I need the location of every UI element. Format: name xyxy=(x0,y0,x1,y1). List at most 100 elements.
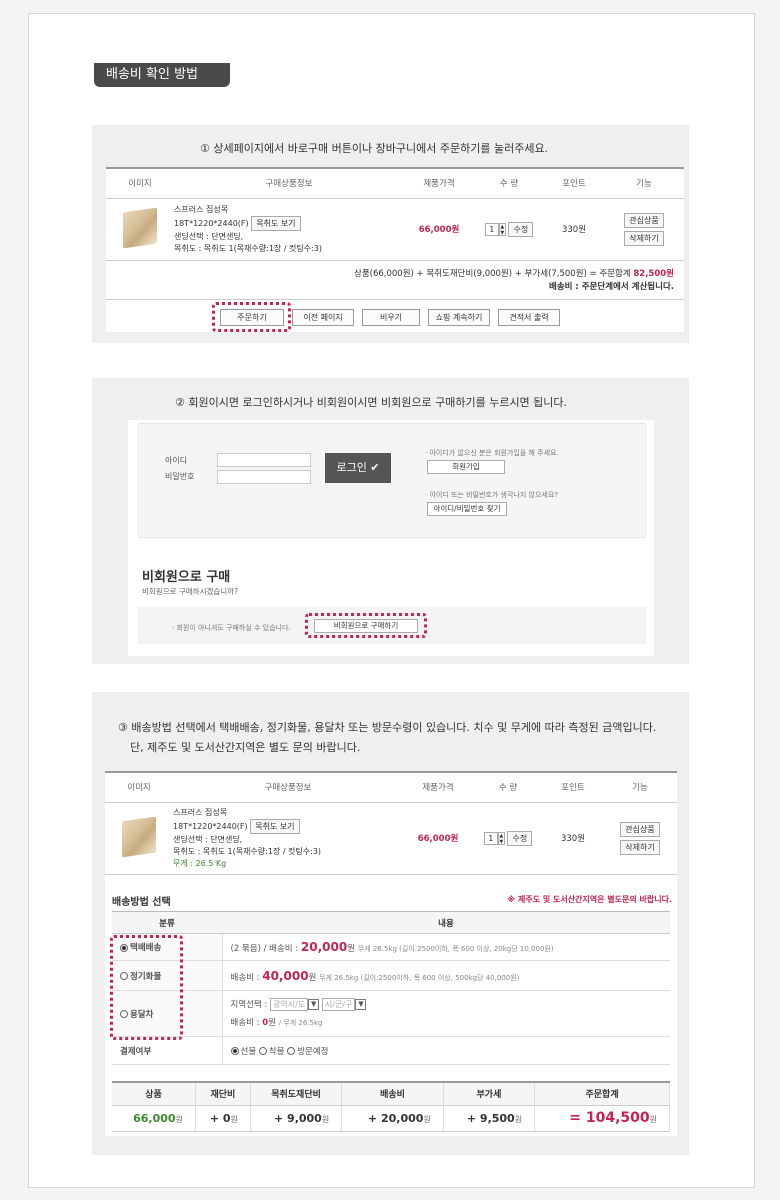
product-sanding-2: 샌딩선택 : 단면샌딩, xyxy=(173,834,243,844)
shipping-options-table: 분류 내용 택배배송 (2 묶음) / 배송비 : 20,000원 무게 26.… xyxy=(112,911,670,1065)
step3-text-line2: 단, 제주도 및 도서산간지역은 별도 문의 바랍니다. xyxy=(130,741,361,754)
total-col-vat: 부가세 xyxy=(443,1081,536,1106)
col-content: 내용 xyxy=(222,911,670,934)
total-col-grand: 주문합계 xyxy=(534,1081,670,1106)
step1-text: ① 상세페이지에서 바로구매 버튼이나 장바구니에서 주문하기를 눌러주세요. xyxy=(200,142,549,155)
mokchwido-view-button-2[interactable]: 목취도 보기 xyxy=(250,818,300,834)
col-image: 이미지 xyxy=(106,167,174,199)
id-label: 아이디 xyxy=(165,456,188,465)
total-col-mokchwido: 목취도재단비 xyxy=(250,1081,343,1106)
payment-options: 선불 착불 방문예정 xyxy=(222,1036,670,1065)
radio-cod[interactable] xyxy=(258,1047,267,1055)
nonmember-title: 비회원으로 구매 xyxy=(142,570,231,585)
product-point-2: 330원 xyxy=(543,802,603,875)
highlight-order-button xyxy=(212,302,291,332)
chevron-down-icon[interactable]: ▼ xyxy=(308,998,320,1010)
summary-breakdown: 상품(66,000원) + 목취도재단비(9,000원) + 부가세(7,500… xyxy=(354,269,631,279)
highlight-shipping-options xyxy=(110,935,183,1040)
shipping-method-title: 배송방법 선택 xyxy=(112,897,171,908)
total-grand: = 104,500원 xyxy=(534,1105,670,1132)
product-size: 18T*1220*2440(F) xyxy=(174,218,249,228)
product-mokchwido-2: 목취도 : 목취도 1(목재수량:1장 / 컷팅수:3) xyxy=(173,846,322,856)
city-select[interactable]: 시/군/구 xyxy=(321,997,356,1011)
radio-visit[interactable] xyxy=(287,1047,296,1055)
wishlist-button[interactable]: 관심상품 xyxy=(624,212,664,228)
col-image-2: 이미지 xyxy=(105,771,173,803)
col-point: 포인트 xyxy=(544,167,604,199)
cart-table-2: 이미지 구매상품정보 제품가격 수 량 포인트 기능 스프러스 집성목 18T*… xyxy=(105,771,677,875)
delete-button-2[interactable]: 삭제하기 xyxy=(620,839,660,855)
password-input[interactable] xyxy=(217,470,311,484)
chevron-down-icon[interactable]: ▼ xyxy=(355,998,367,1010)
join-note: · 아이디가 없으신 분은 회원가입을 해 주세요. xyxy=(425,449,559,457)
cart-box: 이미지 구매상품정보 제품가격 수 량 포인트 기능 스프러스 집성목 18T*… xyxy=(106,167,684,332)
payment-label: 결제여부 xyxy=(112,1036,223,1065)
shipping-note: ※ 제주도 및 도서산간지역은 별도문의 바랍니다. xyxy=(507,895,672,904)
product-point: 330원 xyxy=(544,198,604,261)
quantity-update-button-2[interactable]: 수정 xyxy=(507,830,533,846)
total-col-cutting: 재단비 xyxy=(195,1081,251,1106)
cart-table: 이미지 구매상품정보 제품가격 수 량 포인트 기능 스프러스 집성목 18T*… xyxy=(106,167,684,261)
col-info-2: 구매상품정보 xyxy=(173,771,403,803)
page-title: 배송비 확인 방법 xyxy=(94,63,230,87)
highlight-nonmember-button xyxy=(305,613,427,638)
find-account-button[interactable]: 아이디/비밀번호 찾기 xyxy=(427,502,507,516)
delete-button[interactable]: 삭제하기 xyxy=(624,230,664,246)
find-note: · 아이디 또는 비밀번호가 생각나지 않으세요? xyxy=(425,491,558,499)
total-shipping: + 20,000원 xyxy=(341,1105,444,1132)
radio-prepaid[interactable] xyxy=(230,1047,239,1055)
product-name-2[interactable]: 스프러스 집성목 xyxy=(173,807,403,819)
id-input[interactable] xyxy=(217,453,311,467)
col-actions: 기능 xyxy=(604,167,684,199)
join-button[interactable]: 회원가입 xyxy=(427,460,505,474)
region-select[interactable]: 광역시/도 xyxy=(270,997,309,1011)
col-price: 제품가격 xyxy=(404,167,474,199)
col-info: 구매상품정보 xyxy=(174,167,404,199)
product-price: 66,000원 xyxy=(404,198,474,261)
product-mokchwido: 목취도 : 목취도 1(목재수량:1장 / 컷팅수:3) xyxy=(174,243,323,253)
order-summary: 상품(66,000원) + 목취도재단비(9,000원) + 부가세(7,500… xyxy=(354,268,674,294)
login-form: 아이디 비밀번호 로그인 ✔ · 아이디가 없으신 분은 회원가입을 해 주세요… xyxy=(138,423,646,538)
quantity-input[interactable]: 1 xyxy=(484,222,499,236)
total-cutting: + 0원 xyxy=(195,1105,251,1132)
nonmember-subtitle: 비회원으로 구매하시겠습니까? xyxy=(142,587,239,596)
col-qty: 수 량 xyxy=(474,167,544,199)
product-price-2: 66,000원 xyxy=(403,802,473,875)
total-col-shipping: 배송비 xyxy=(341,1081,444,1106)
wishlist-button-2[interactable]: 관심상품 xyxy=(620,821,660,837)
quantity-spinner-icon[interactable]: ▲ ▼ xyxy=(498,222,506,236)
quantity-input-2[interactable]: 1 xyxy=(483,831,498,845)
product-thumbnail-2[interactable] xyxy=(122,816,156,857)
password-label: 비밀번호 xyxy=(165,472,195,481)
mokchwido-view-button[interactable]: 목취도 보기 xyxy=(251,215,301,231)
col-category: 분류 xyxy=(112,911,222,934)
continue-shopping-button[interactable]: 쇼핑 계속하기 xyxy=(428,309,490,326)
total-col-product: 상품 xyxy=(112,1081,196,1106)
product-thumbnail[interactable] xyxy=(123,207,157,248)
col-actions-2: 기능 xyxy=(603,771,677,803)
prev-page-button[interactable]: 이전 페이지 xyxy=(292,309,354,326)
parcel-fee: 20,000 xyxy=(300,940,348,954)
product-name[interactable]: 스프러스 집성목 xyxy=(174,204,404,216)
empty-cart-button[interactable]: 비우기 xyxy=(362,309,420,326)
col-price-2: 제품가격 xyxy=(403,771,473,803)
step3-text-line1: ③ 배송방법 선택에서 택배배송, 정기화물, 용달차 또는 방문수령이 있습니… xyxy=(118,721,657,734)
total-vat: + 9,500원 xyxy=(443,1105,536,1132)
product-weight: 무게 : 26.5 Kg xyxy=(173,858,227,868)
nonmember-note: · 회원이 아니셔도 구매하실 수 있습니다. xyxy=(172,624,291,632)
total-product: 66,000원 xyxy=(112,1105,196,1132)
total-mokchwido: + 9,000원 xyxy=(250,1105,343,1132)
summary-total: 82,500원 xyxy=(633,269,674,279)
order-totals-table: 상품 재단비 목취도재단비 배송비 부가세 주문합계 66,000원 + 0원 … xyxy=(112,1081,670,1132)
step2-text: ② 회원이시면 로그인하시거나 비회원이시면 비회원으로 구매하기를 누르시면 … xyxy=(175,396,568,409)
print-quote-button[interactable]: 견적서 출력 xyxy=(498,309,560,326)
quantity-spinner-icon-2[interactable]: ▲ ▼ xyxy=(497,831,505,845)
step3-text: ③ 배송방법 선택에서 택배배송, 정기화물, 용달차 또는 방문수령이 있습니… xyxy=(118,718,656,758)
shipping-info: 배송비 : 주문단계에서 계산됩니다. xyxy=(549,282,674,292)
col-qty-2: 수 량 xyxy=(473,771,543,803)
login-button[interactable]: 로그인 ✔ xyxy=(325,453,391,483)
quantity-update-button[interactable]: 수정 xyxy=(508,221,534,237)
product-size-2: 18T*1220*2440(F) xyxy=(173,821,248,831)
product-sanding: 샌딩선택 : 단면샌딩, xyxy=(174,231,244,241)
col-point-2: 포인트 xyxy=(543,771,603,803)
